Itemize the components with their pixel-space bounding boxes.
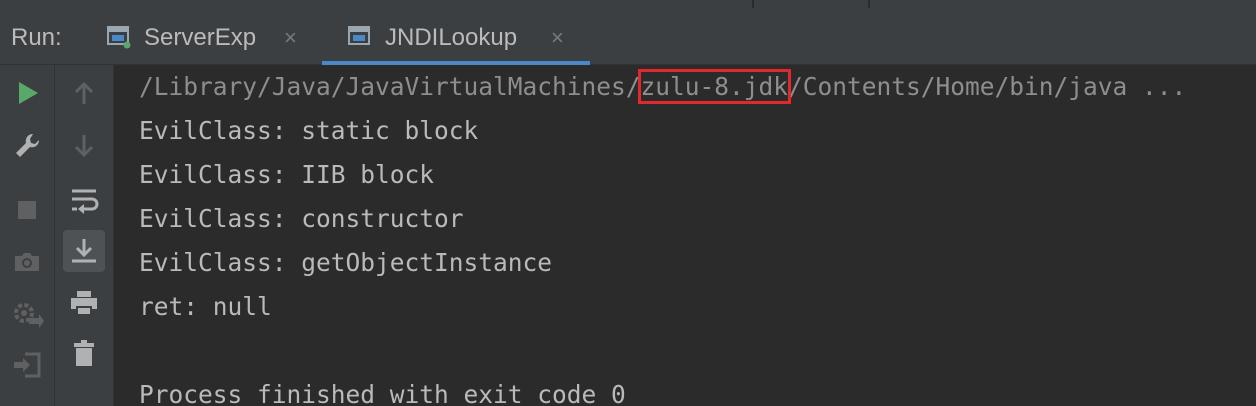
tab-serverexp[interactable]: ServerExp × [106, 8, 306, 64]
dump-threads-button[interactable] [7, 242, 47, 282]
command-line: /Library/Java/JavaVirtualMachines/zulu-8… [139, 65, 1186, 109]
previous-occurrence-button[interactable] [64, 73, 104, 113]
clear-all-button[interactable] [64, 333, 104, 373]
stop-button[interactable] [7, 190, 47, 230]
console-line: EvilClass: static block [139, 116, 479, 145]
rerun-button[interactable] [7, 73, 47, 113]
print-icon [71, 291, 97, 316]
console-output[interactable]: /Library/Java/JavaVirtualMachines/zulu-8… [114, 65, 1256, 406]
run-config-icon [107, 26, 131, 49]
jdk-highlight: zulu-8.jdk [637, 69, 792, 104]
run-label: Run: [11, 24, 62, 51]
print-button[interactable] [64, 283, 104, 323]
restore-layout-button[interactable] [7, 294, 47, 334]
next-occurrence-button[interactable] [64, 126, 104, 166]
stop-icon [18, 201, 36, 219]
console-line: EvilClass: IIB block [139, 160, 435, 189]
arrow-up-icon [74, 81, 94, 104]
console-toolbar [55, 65, 114, 406]
trash-icon [74, 340, 94, 366]
console-line: Process finished with exit code 0 [139, 380, 626, 406]
camera-icon [15, 253, 39, 271]
top-strip [0, 0, 1256, 8]
run-toolbar [0, 65, 55, 406]
login-icon [14, 352, 41, 378]
login-button[interactable] [7, 345, 47, 385]
gear-arrow-icon [14, 303, 44, 328]
console-line: EvilClass: constructor [139, 204, 464, 233]
divider [752, 0, 754, 8]
run-tab-bar: Run: ServerExp × JNDILookup × [0, 8, 1256, 65]
run-icon [19, 82, 38, 104]
tab-jndilookup[interactable]: JNDILookup × [347, 8, 577, 64]
tab-label: JNDILookup [385, 24, 518, 51]
tab-label: ServerExp [144, 24, 257, 51]
run-config-icon [348, 26, 370, 45]
command-path-suffix: /Contents/Home/bin/java ... [788, 72, 1187, 101]
soft-wrap-button[interactable] [64, 180, 104, 220]
divider [868, 0, 870, 8]
soft-wrap-icon [72, 189, 99, 214]
close-icon[interactable]: × [551, 8, 564, 68]
scroll-to-end-icon [72, 239, 96, 263]
settings-button[interactable] [7, 126, 47, 166]
wrench-icon [16, 133, 40, 157]
command-path-prefix: /Library/Java/JavaVirtualMachines/ [139, 72, 641, 101]
console-line: ret: null [139, 292, 272, 321]
console-line: EvilClass: getObjectInstance [139, 248, 553, 277]
arrow-down-icon [74, 135, 94, 158]
scroll-to-end-button[interactable] [63, 230, 105, 272]
close-icon[interactable]: × [284, 8, 297, 68]
